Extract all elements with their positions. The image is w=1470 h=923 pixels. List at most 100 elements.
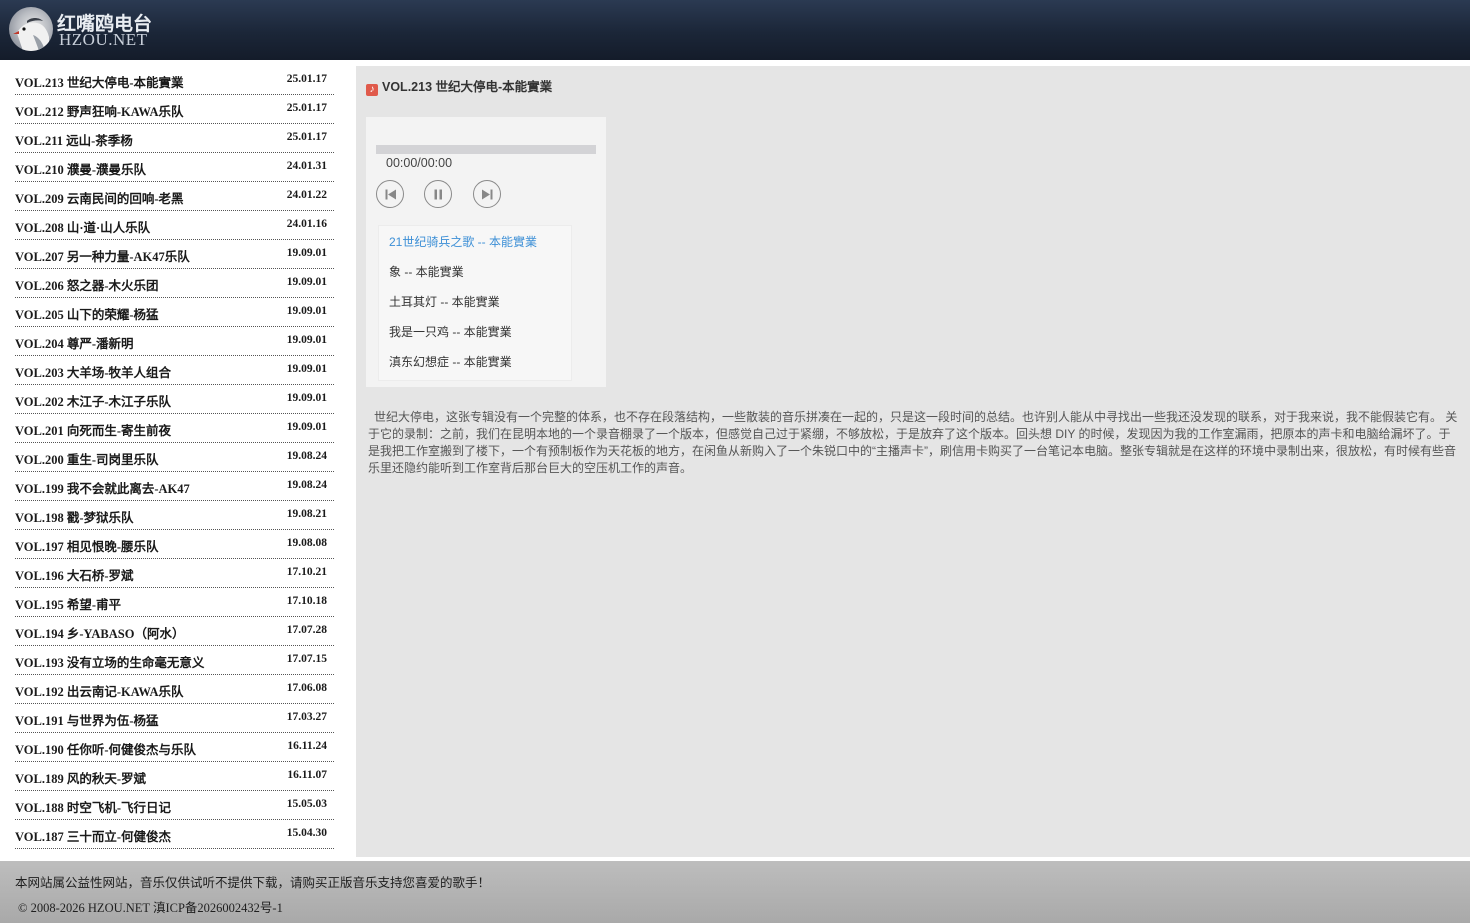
album-list-item[interactable]: VOL.195 希望-甫平 17.10.18 <box>15 588 334 617</box>
album-list: VOL.213 世纪大停电-本能實業 25.01.17 VOL.212 野声狂响-K… <box>0 66 350 857</box>
playlist-item[interactable]: 象 -- 本能實業 <box>389 263 464 280</box>
skip-previous-icon <box>385 189 396 200</box>
album-list-item[interactable]: VOL.187 三十而立-何健俊杰 15.04.30 <box>15 820 334 849</box>
album-title[interactable]: VOL.192 出云南记-KAWA乐队 <box>15 681 184 700</box>
album-list-item[interactable]: VOL.207 另一种力量-AK47乐队 19.09.01 <box>15 240 334 269</box>
album-title[interactable]: VOL.199 我不会就此离去-AK47 <box>15 478 190 497</box>
album-date: 19.09.01 <box>286 305 327 317</box>
album-list-item[interactable]: VOL.211 远山-茶季杨 25.01.17 <box>15 124 334 153</box>
album-date: 19.09.01 <box>286 276 327 288</box>
album-title[interactable]: VOL.203 大羊场-牧羊人组合 <box>15 362 171 381</box>
album-list-item[interactable]: VOL.194 乡-YABASO（阿水） 17.07.28 <box>15 617 334 646</box>
album-date: 25.01.17 <box>286 131 327 143</box>
album-title[interactable]: VOL.194 乡-YABASO（阿水） <box>15 623 184 642</box>
album-title[interactable]: VOL.200 重生-司岗里乐队 <box>15 449 159 468</box>
album-date: 19.09.01 <box>286 334 327 346</box>
album-title[interactable]: VOL.197 相见恨晚-腰乐队 <box>15 536 159 555</box>
footer-copyright[interactable]: © 2008-2026 HZOU.NET 滇ICP备2026002432号-1 <box>18 897 283 916</box>
album-list-item[interactable]: VOL.210 濮曼-濮曼乐队 24.01.31 <box>15 153 334 182</box>
album-heading: ♪ VOL.213 世纪大停电-本能實業 <box>366 76 552 96</box>
album-list-item[interactable]: VOL.212 野声狂响-KAWA乐队 25.01.17 <box>15 95 334 124</box>
album-list-item[interactable]: VOL.189 风的秋天-罗斌 16.11.07 <box>15 762 334 791</box>
album-list-item[interactable]: VOL.213 世纪大停电-本能實業 25.01.17 <box>15 66 334 95</box>
album-list-item[interactable]: VOL.201 向死而生-寄生前夜 19.09.01 <box>15 414 334 443</box>
album-title[interactable]: VOL.193 没有立场的生命毫无意义 <box>15 652 204 671</box>
album-date: 16.11.24 <box>287 740 327 752</box>
album-list-item[interactable]: VOL.196 大石桥-罗斌 17.10.21 <box>15 559 334 588</box>
album-title[interactable]: VOL.213 世纪大停电-本能實業 <box>15 72 184 91</box>
playlist: 21世纪骑兵之歌 -- 本能實業象 -- 本能實業土耳其灯 -- 本能實業 我是一… <box>378 225 572 381</box>
music-note-icon: ♪ <box>366 84 378 96</box>
album-title[interactable]: VOL.191 与世界为伍-杨猛 <box>15 710 159 729</box>
album-title[interactable]: VOL.207 另一种力量-AK47乐队 <box>15 246 190 265</box>
album-list-item[interactable]: VOL.191 与世界为伍-杨猛 17.03.27 <box>15 704 334 733</box>
album-title[interactable]: VOL.201 向死而生-寄生前夜 <box>15 420 171 439</box>
footer-notice: 本网站属公益性网站，音乐仅供试听不提供下载，请购买正版音乐支持您喜爱的歌手！ <box>15 876 491 890</box>
album-date: 19.08.21 <box>286 508 327 520</box>
album-date: 17.07.15 <box>286 653 327 665</box>
seagull-logo-icon[interactable] <box>9 7 53 51</box>
album-title[interactable]: VOL.188 时空飞机-飞行日记 <box>15 797 171 816</box>
album-list-item[interactable]: VOL.206 怒之器-木火乐团 19.09.01 <box>15 269 334 298</box>
site-logo-english[interactable]: HZOU.NET <box>59 30 148 50</box>
album-list-item[interactable]: VOL.193 没有立场的生命毫无意义 17.07.15 <box>15 646 334 675</box>
site-footer: 本网站属公益性网站，音乐仅供试听不提供下载，请购买正版音乐支持您喜爱的歌手！ ©… <box>0 861 1470 923</box>
album-list-item[interactable]: VOL.188 时空飞机-飞行日记 15.05.03 <box>15 791 334 820</box>
album-date: 19.09.01 <box>286 247 327 259</box>
album-date: 19.09.01 <box>286 421 327 433</box>
audio-player: 00:00/00:00 21世纪骑兵之歌 -- 本能實業象 -- 本能實業土耳其… <box>366 117 606 387</box>
album-date: 19.09.01 <box>286 363 327 375</box>
album-date: 25.01.17 <box>286 102 327 114</box>
album-list-item[interactable]: VOL.204 尊严-潘新明 19.09.01 <box>15 327 334 356</box>
album-list-item[interactable]: VOL.197 相见恨晚-腰乐队 19.08.08 <box>15 530 334 559</box>
album-title[interactable]: VOL.210 濮曼-濮曼乐队 <box>15 159 146 178</box>
album-list-item[interactable]: VOL.209 云南民间的回响-老黑 24.01.22 <box>15 182 334 211</box>
album-title[interactable]: VOL.196 大石桥-罗斌 <box>15 565 134 584</box>
album-date: 15.04.30 <box>286 827 327 839</box>
album-title[interactable]: VOL.212 野声狂响-KAWA乐队 <box>15 101 184 120</box>
next-button[interactable] <box>473 180 501 208</box>
album-title[interactable]: VOL.206 怒之器-木火乐团 <box>15 275 159 294</box>
album-title[interactable]: VOL.195 希望-甫平 <box>15 594 121 613</box>
album-list-item[interactable]: VOL.205 山下的荣耀-杨猛 19.09.01 <box>15 298 334 327</box>
album-date: 19.09.01 <box>286 392 327 404</box>
time-display: 00:00/00:00 <box>386 156 453 170</box>
album-date: 17.10.21 <box>286 566 327 578</box>
album-list-item[interactable]: VOL.208 山·道·山人乐队 24.01.16 <box>15 211 334 240</box>
album-title[interactable]: VOL.198 戳-梦狱乐队 <box>15 507 134 526</box>
album-title[interactable]: VOL.209 云南民间的回响-老黑 <box>15 188 184 207</box>
album-date: 17.10.18 <box>286 595 327 607</box>
album-title[interactable]: VOL.189 风的秋天-罗斌 <box>15 768 146 787</box>
album-title[interactable]: VOL.187 三十而立-何健俊杰 <box>15 826 171 845</box>
album-date: 24.01.31 <box>286 160 327 172</box>
album-date: 25.01.17 <box>286 73 327 85</box>
album-date: 19.08.24 <box>286 450 327 462</box>
album-title[interactable]: VOL.208 山·道·山人乐队 <box>15 217 150 236</box>
progress-bar[interactable] <box>376 145 596 154</box>
album-list-item[interactable]: VOL.190 任你听-何健俊杰与乐队 16.11.24 <box>15 733 334 762</box>
album-list-item[interactable]: VOL.202 木江子-木江子乐队 19.09.01 <box>15 385 334 414</box>
playlist-item[interactable]: 滇东幻想症 -- 本能實業 <box>389 353 512 370</box>
album-title[interactable]: VOL.205 山下的荣耀-杨猛 <box>15 304 159 323</box>
album-title[interactable]: VOL.211 远山-茶季杨 <box>15 130 133 149</box>
album-title[interactable]: VOL.190 任你听-何健俊杰与乐队 <box>15 739 196 758</box>
album-list-item[interactable]: VOL.200 重生-司岗里乐队 19.08.24 <box>15 443 334 472</box>
album-list-item[interactable]: VOL.199 我不会就此离去-AK47 19.08.24 <box>15 472 334 501</box>
playlist-item[interactable]: 土耳其灯 -- 本能實業 <box>389 293 500 310</box>
pause-button[interactable] <box>424 180 452 208</box>
album-title[interactable]: VOL.204 尊严-潘新明 <box>15 333 134 352</box>
album-date: 24.01.22 <box>286 189 327 201</box>
album-list-item[interactable]: VOL.203 大羊场-牧羊人组合 19.09.01 <box>15 356 334 385</box>
playlist-item[interactable]: 我是一只鸡 -- 本能實業 <box>389 323 512 340</box>
album-date: 16.11.07 <box>287 769 327 781</box>
album-date: 17.07.28 <box>286 624 327 636</box>
previous-button[interactable] <box>376 180 404 208</box>
album-list-item[interactable]: VOL.192 出云南记-KAWA乐队 17.06.08 <box>15 675 334 704</box>
site-header: 红嘴鸥电台 HZOU.NET <box>0 0 1470 60</box>
album-title[interactable]: VOL.202 木江子-木江子乐队 <box>15 391 171 410</box>
playlist-item-active[interactable]: 21世纪骑兵之歌 -- 本能實業 <box>389 233 537 250</box>
album-date: 19.08.24 <box>286 479 327 491</box>
album-date: 15.05.03 <box>286 798 327 810</box>
album-date: 17.06.08 <box>286 682 327 694</box>
album-list-item[interactable]: VOL.198 戳-梦狱乐队 19.08.21 <box>15 501 334 530</box>
